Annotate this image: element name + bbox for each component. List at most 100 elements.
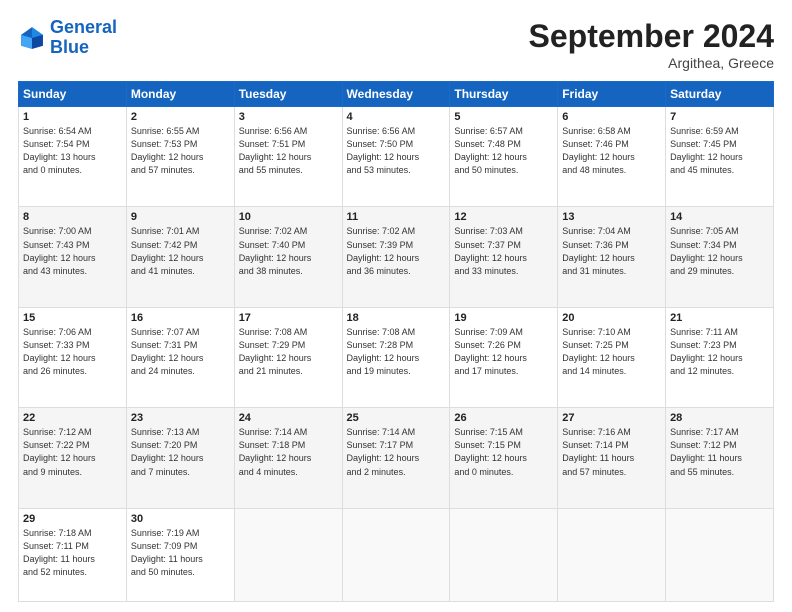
logo-icon bbox=[18, 24, 46, 52]
day-info: Sunrise: 7:01 AM Sunset: 7:42 PM Dayligh… bbox=[131, 225, 230, 277]
day-info: Sunrise: 7:09 AM Sunset: 7:26 PM Dayligh… bbox=[454, 326, 553, 378]
calendar-day-cell: 21Sunrise: 7:11 AM Sunset: 7:23 PM Dayli… bbox=[666, 307, 774, 407]
weekday-header: Sunday bbox=[19, 82, 127, 107]
calendar-day-cell: 14 Sunrise: 7:05 AM Sunset: 7:34 PM Dayli… bbox=[666, 207, 774, 307]
day-number: 23 bbox=[131, 412, 230, 424]
day-number: 22 bbox=[23, 412, 122, 424]
day-number: 6 bbox=[562, 111, 661, 123]
day-number: 2 bbox=[131, 111, 230, 123]
logo-blue: Blue bbox=[50, 38, 117, 58]
day-number: 10 bbox=[239, 211, 338, 223]
calendar-day-cell: 1 Sunrise: 6:54 AM Sunset: 7:54 PM Daylig… bbox=[19, 107, 127, 207]
day-info: Sunrise: 7:17 AM Sunset: 7:12 PM Dayligh… bbox=[670, 426, 769, 478]
logo-text: General Blue bbox=[50, 18, 117, 58]
day-info: Sunrise: 6:54 AM Sunset: 7:54 PM Dayligh… bbox=[23, 125, 122, 177]
day-info: Sunrise: 7:02 AM Sunset: 7:40 PM Dayligh… bbox=[239, 225, 338, 277]
weekday-header: Tuesday bbox=[234, 82, 342, 107]
month-title: September 2024 bbox=[529, 18, 774, 55]
calendar-day-cell bbox=[558, 508, 666, 601]
day-number: 26 bbox=[454, 412, 553, 424]
calendar-day-cell bbox=[234, 508, 342, 601]
calendar-day-cell: 16 Sunrise: 7:07 AM Sunset: 7:31 PM Dayli… bbox=[126, 307, 234, 407]
day-info: Sunrise: 7:05 AM Sunset: 7:34 PM Dayligh… bbox=[670, 225, 769, 277]
day-number: 8 bbox=[23, 211, 122, 223]
day-number: 14 bbox=[670, 211, 769, 223]
title-block: September 2024 Argithea, Greece bbox=[529, 18, 774, 71]
day-number: 19 bbox=[454, 312, 553, 324]
day-info: Sunrise: 7:19 AM Sunset: 7:09 PM Dayligh… bbox=[131, 527, 230, 579]
calendar-week-row: 22 Sunrise: 7:12 AM Sunset: 7:22 PM Dayli… bbox=[19, 408, 774, 508]
day-number: 16 bbox=[131, 312, 230, 324]
calendar-day-cell: 2Sunrise: 6:55 AM Sunset: 7:53 PM Daylig… bbox=[126, 107, 234, 207]
calendar-day-cell: 13Sunrise: 7:04 AM Sunset: 7:36 PM Dayli… bbox=[558, 207, 666, 307]
calendar-day-cell: 4Sunrise: 6:56 AM Sunset: 7:50 PM Daylig… bbox=[342, 107, 450, 207]
day-info: Sunrise: 7:07 AM Sunset: 7:31 PM Dayligh… bbox=[131, 326, 230, 378]
day-number: 11 bbox=[347, 211, 446, 223]
calendar-day-cell: 20 Sunrise: 7:10 AM Sunset: 7:25 PM Dayli… bbox=[558, 307, 666, 407]
day-number: 15 bbox=[23, 312, 122, 324]
day-info: Sunrise: 7:08 AM Sunset: 7:29 PM Dayligh… bbox=[239, 326, 338, 378]
calendar-day-cell: 7Sunrise: 6:59 AM Sunset: 7:45 PM Daylig… bbox=[666, 107, 774, 207]
day-info: Sunrise: 6:59 AM Sunset: 7:45 PM Dayligh… bbox=[670, 125, 769, 177]
page: General Blue September 2024 Argithea, Gr… bbox=[0, 0, 792, 612]
day-number: 13 bbox=[562, 211, 661, 223]
calendar-table: SundayMondayTuesdayWednesdayThursdayFrid… bbox=[18, 81, 774, 602]
calendar-day-cell: 30 Sunrise: 7:19 AM Sunset: 7:09 PM Dayli… bbox=[126, 508, 234, 601]
calendar-day-cell: 28 Sunrise: 7:17 AM Sunset: 7:12 PM Dayli… bbox=[666, 408, 774, 508]
day-number: 20 bbox=[562, 312, 661, 324]
calendar-day-cell: 12 Sunrise: 7:03 AM Sunset: 7:37 PM Dayli… bbox=[450, 207, 558, 307]
calendar-week-row: 29 Sunrise: 7:18 AM Sunset: 7:11 PM Dayli… bbox=[19, 508, 774, 601]
day-info: Sunrise: 7:00 AM Sunset: 7:43 PM Dayligh… bbox=[23, 225, 122, 277]
day-number: 29 bbox=[23, 513, 122, 525]
calendar-day-cell: 17 Sunrise: 7:08 AM Sunset: 7:29 PM Dayli… bbox=[234, 307, 342, 407]
calendar-day-cell: 23 Sunrise: 7:13 AM Sunset: 7:20 PM Dayli… bbox=[126, 408, 234, 508]
day-info: Sunrise: 7:10 AM Sunset: 7:25 PM Dayligh… bbox=[562, 326, 661, 378]
logo-general: General bbox=[50, 17, 117, 37]
day-number: 9 bbox=[131, 211, 230, 223]
day-info: Sunrise: 7:14 AM Sunset: 7:17 PM Dayligh… bbox=[347, 426, 446, 478]
day-number: 1 bbox=[23, 111, 122, 123]
calendar-day-cell: 27Sunrise: 7:16 AM Sunset: 7:14 PM Dayli… bbox=[558, 408, 666, 508]
calendar-day-cell: 24 Sunrise: 7:14 AM Sunset: 7:18 PM Dayli… bbox=[234, 408, 342, 508]
logo: General Blue bbox=[18, 18, 117, 58]
weekday-header: Thursday bbox=[450, 82, 558, 107]
calendar-day-cell: 29 Sunrise: 7:18 AM Sunset: 7:11 PM Dayli… bbox=[19, 508, 127, 601]
calendar-day-cell: 22 Sunrise: 7:12 AM Sunset: 7:22 PM Dayli… bbox=[19, 408, 127, 508]
day-number: 24 bbox=[239, 412, 338, 424]
calendar-day-cell: 9 Sunrise: 7:01 AM Sunset: 7:42 PM Daylig… bbox=[126, 207, 234, 307]
calendar-day-cell: 8 Sunrise: 7:00 AM Sunset: 7:43 PM Daylig… bbox=[19, 207, 127, 307]
day-number: 12 bbox=[454, 211, 553, 223]
day-number: 17 bbox=[239, 312, 338, 324]
day-info: Sunrise: 7:03 AM Sunset: 7:37 PM Dayligh… bbox=[454, 225, 553, 277]
day-info: Sunrise: 7:12 AM Sunset: 7:22 PM Dayligh… bbox=[23, 426, 122, 478]
day-number: 21 bbox=[670, 312, 769, 324]
calendar-day-cell: 6 Sunrise: 6:58 AM Sunset: 7:46 PM Daylig… bbox=[558, 107, 666, 207]
calendar-day-cell: 18 Sunrise: 7:08 AM Sunset: 7:28 PM Dayli… bbox=[342, 307, 450, 407]
day-info: Sunrise: 7:02 AM Sunset: 7:39 PM Dayligh… bbox=[347, 225, 446, 277]
calendar-week-row: 1 Sunrise: 6:54 AM Sunset: 7:54 PM Daylig… bbox=[19, 107, 774, 207]
calendar-day-cell bbox=[450, 508, 558, 601]
weekday-header-row: SundayMondayTuesdayWednesdayThursdayFrid… bbox=[19, 82, 774, 107]
weekday-header: Wednesday bbox=[342, 82, 450, 107]
weekday-header: Monday bbox=[126, 82, 234, 107]
day-info: Sunrise: 7:18 AM Sunset: 7:11 PM Dayligh… bbox=[23, 527, 122, 579]
weekday-header: Friday bbox=[558, 82, 666, 107]
day-info: Sunrise: 7:16 AM Sunset: 7:14 PM Dayligh… bbox=[562, 426, 661, 478]
day-info: Sunrise: 7:13 AM Sunset: 7:20 PM Dayligh… bbox=[131, 426, 230, 478]
calendar-day-cell: 25Sunrise: 7:14 AM Sunset: 7:17 PM Dayli… bbox=[342, 408, 450, 508]
calendar-day-cell: 5Sunrise: 6:57 AM Sunset: 7:48 PM Daylig… bbox=[450, 107, 558, 207]
day-info: Sunrise: 7:08 AM Sunset: 7:28 PM Dayligh… bbox=[347, 326, 446, 378]
day-info: Sunrise: 6:58 AM Sunset: 7:46 PM Dayligh… bbox=[562, 125, 661, 177]
day-number: 3 bbox=[239, 111, 338, 123]
calendar-day-cell bbox=[666, 508, 774, 601]
header: General Blue September 2024 Argithea, Gr… bbox=[18, 18, 774, 71]
day-number: 18 bbox=[347, 312, 446, 324]
day-number: 30 bbox=[131, 513, 230, 525]
calendar-week-row: 8 Sunrise: 7:00 AM Sunset: 7:43 PM Daylig… bbox=[19, 207, 774, 307]
calendar-day-cell: 3Sunrise: 6:56 AM Sunset: 7:51 PM Daylig… bbox=[234, 107, 342, 207]
day-info: Sunrise: 7:14 AM Sunset: 7:18 PM Dayligh… bbox=[239, 426, 338, 478]
calendar-day-cell: 11 Sunrise: 7:02 AM Sunset: 7:39 PM Dayli… bbox=[342, 207, 450, 307]
day-info: Sunrise: 7:15 AM Sunset: 7:15 PM Dayligh… bbox=[454, 426, 553, 478]
calendar-day-cell: 15Sunrise: 7:06 AM Sunset: 7:33 PM Dayli… bbox=[19, 307, 127, 407]
day-number: 28 bbox=[670, 412, 769, 424]
